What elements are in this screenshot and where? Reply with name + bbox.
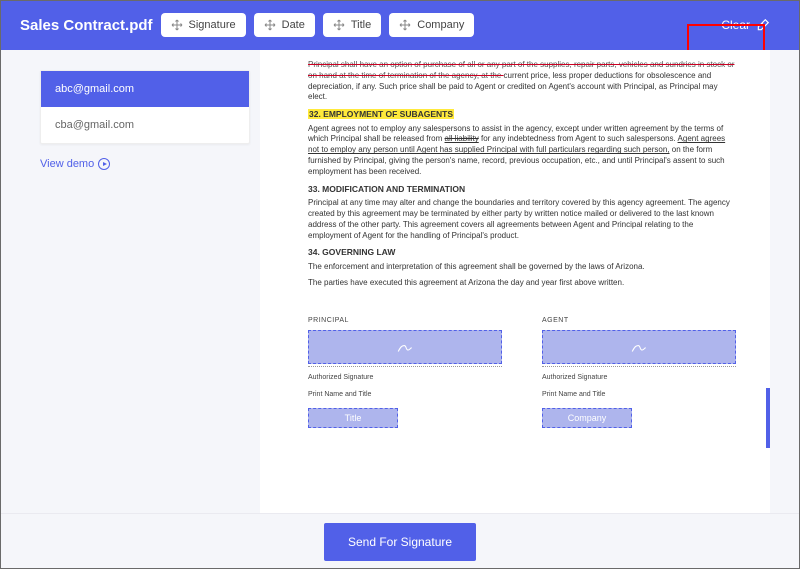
auth-signature-label: Authorized Signature [308,373,502,382]
company-field[interactable]: Company [542,408,632,428]
print-name-label: Print Name and Title [308,390,502,399]
document-title: Sales Contract.pdf [20,17,153,34]
document-text: Agent agrees not to employ any salespers… [308,124,736,178]
title-tool[interactable]: Title [323,13,381,37]
document-text: Principal at any time may alter and chan… [308,198,736,241]
section-heading: 32. EMPLOYMENT OF SUBAGENTS [308,109,736,120]
recipient-item[interactable]: abc@gmail.com [41,71,249,107]
recipient-list: abc@gmail.com cba@gmail.com [40,70,250,144]
title-tool-label: Title [351,19,371,31]
signature-tool[interactable]: Signature [161,13,246,37]
clear-button[interactable]: Clear [711,12,780,38]
eraser-icon [756,18,770,32]
company-tool-label: Company [417,19,464,31]
send-for-signature-button[interactable]: Send For Signature [324,523,476,561]
document-text: The enforcement and interpretation of th… [308,262,736,273]
play-icon [98,158,110,170]
document-text: Principal shall have an option of purcha… [308,60,736,103]
signature-icon [630,338,648,356]
view-demo-label: View demo [40,158,94,170]
agent-signature-field[interactable] [542,330,736,364]
recipient-item[interactable]: cba@gmail.com [41,107,249,143]
move-icon [264,19,276,31]
move-icon [399,19,411,31]
document-text: The parties have executed this agreement… [308,278,736,289]
auth-signature-label: Authorized Signature [542,373,736,382]
agent-label: AGENT [542,316,736,325]
document-viewer: Principal shall have an option of purcha… [260,50,770,513]
principal-label: PRINCIPAL [308,316,502,325]
section-heading: 34. GOVERNING LAW [308,247,736,258]
clear-label: Clear [721,18,750,32]
principal-signature-field[interactable] [308,330,502,364]
date-tool[interactable]: Date [254,13,315,37]
print-name-label: Print Name and Title [542,390,736,399]
move-icon [171,19,183,31]
date-tool-label: Date [282,19,305,31]
view-demo-link[interactable]: View demo [40,158,250,170]
signature-tool-label: Signature [189,19,236,31]
title-field[interactable]: Title [308,408,398,428]
signature-line [308,366,502,367]
section-heading: 33. MODIFICATION AND TERMINATION [308,184,736,195]
signature-line [542,366,736,367]
signature-icon [396,338,414,356]
move-icon [333,19,345,31]
scroll-indicator [766,388,770,448]
company-tool[interactable]: Company [389,13,474,37]
